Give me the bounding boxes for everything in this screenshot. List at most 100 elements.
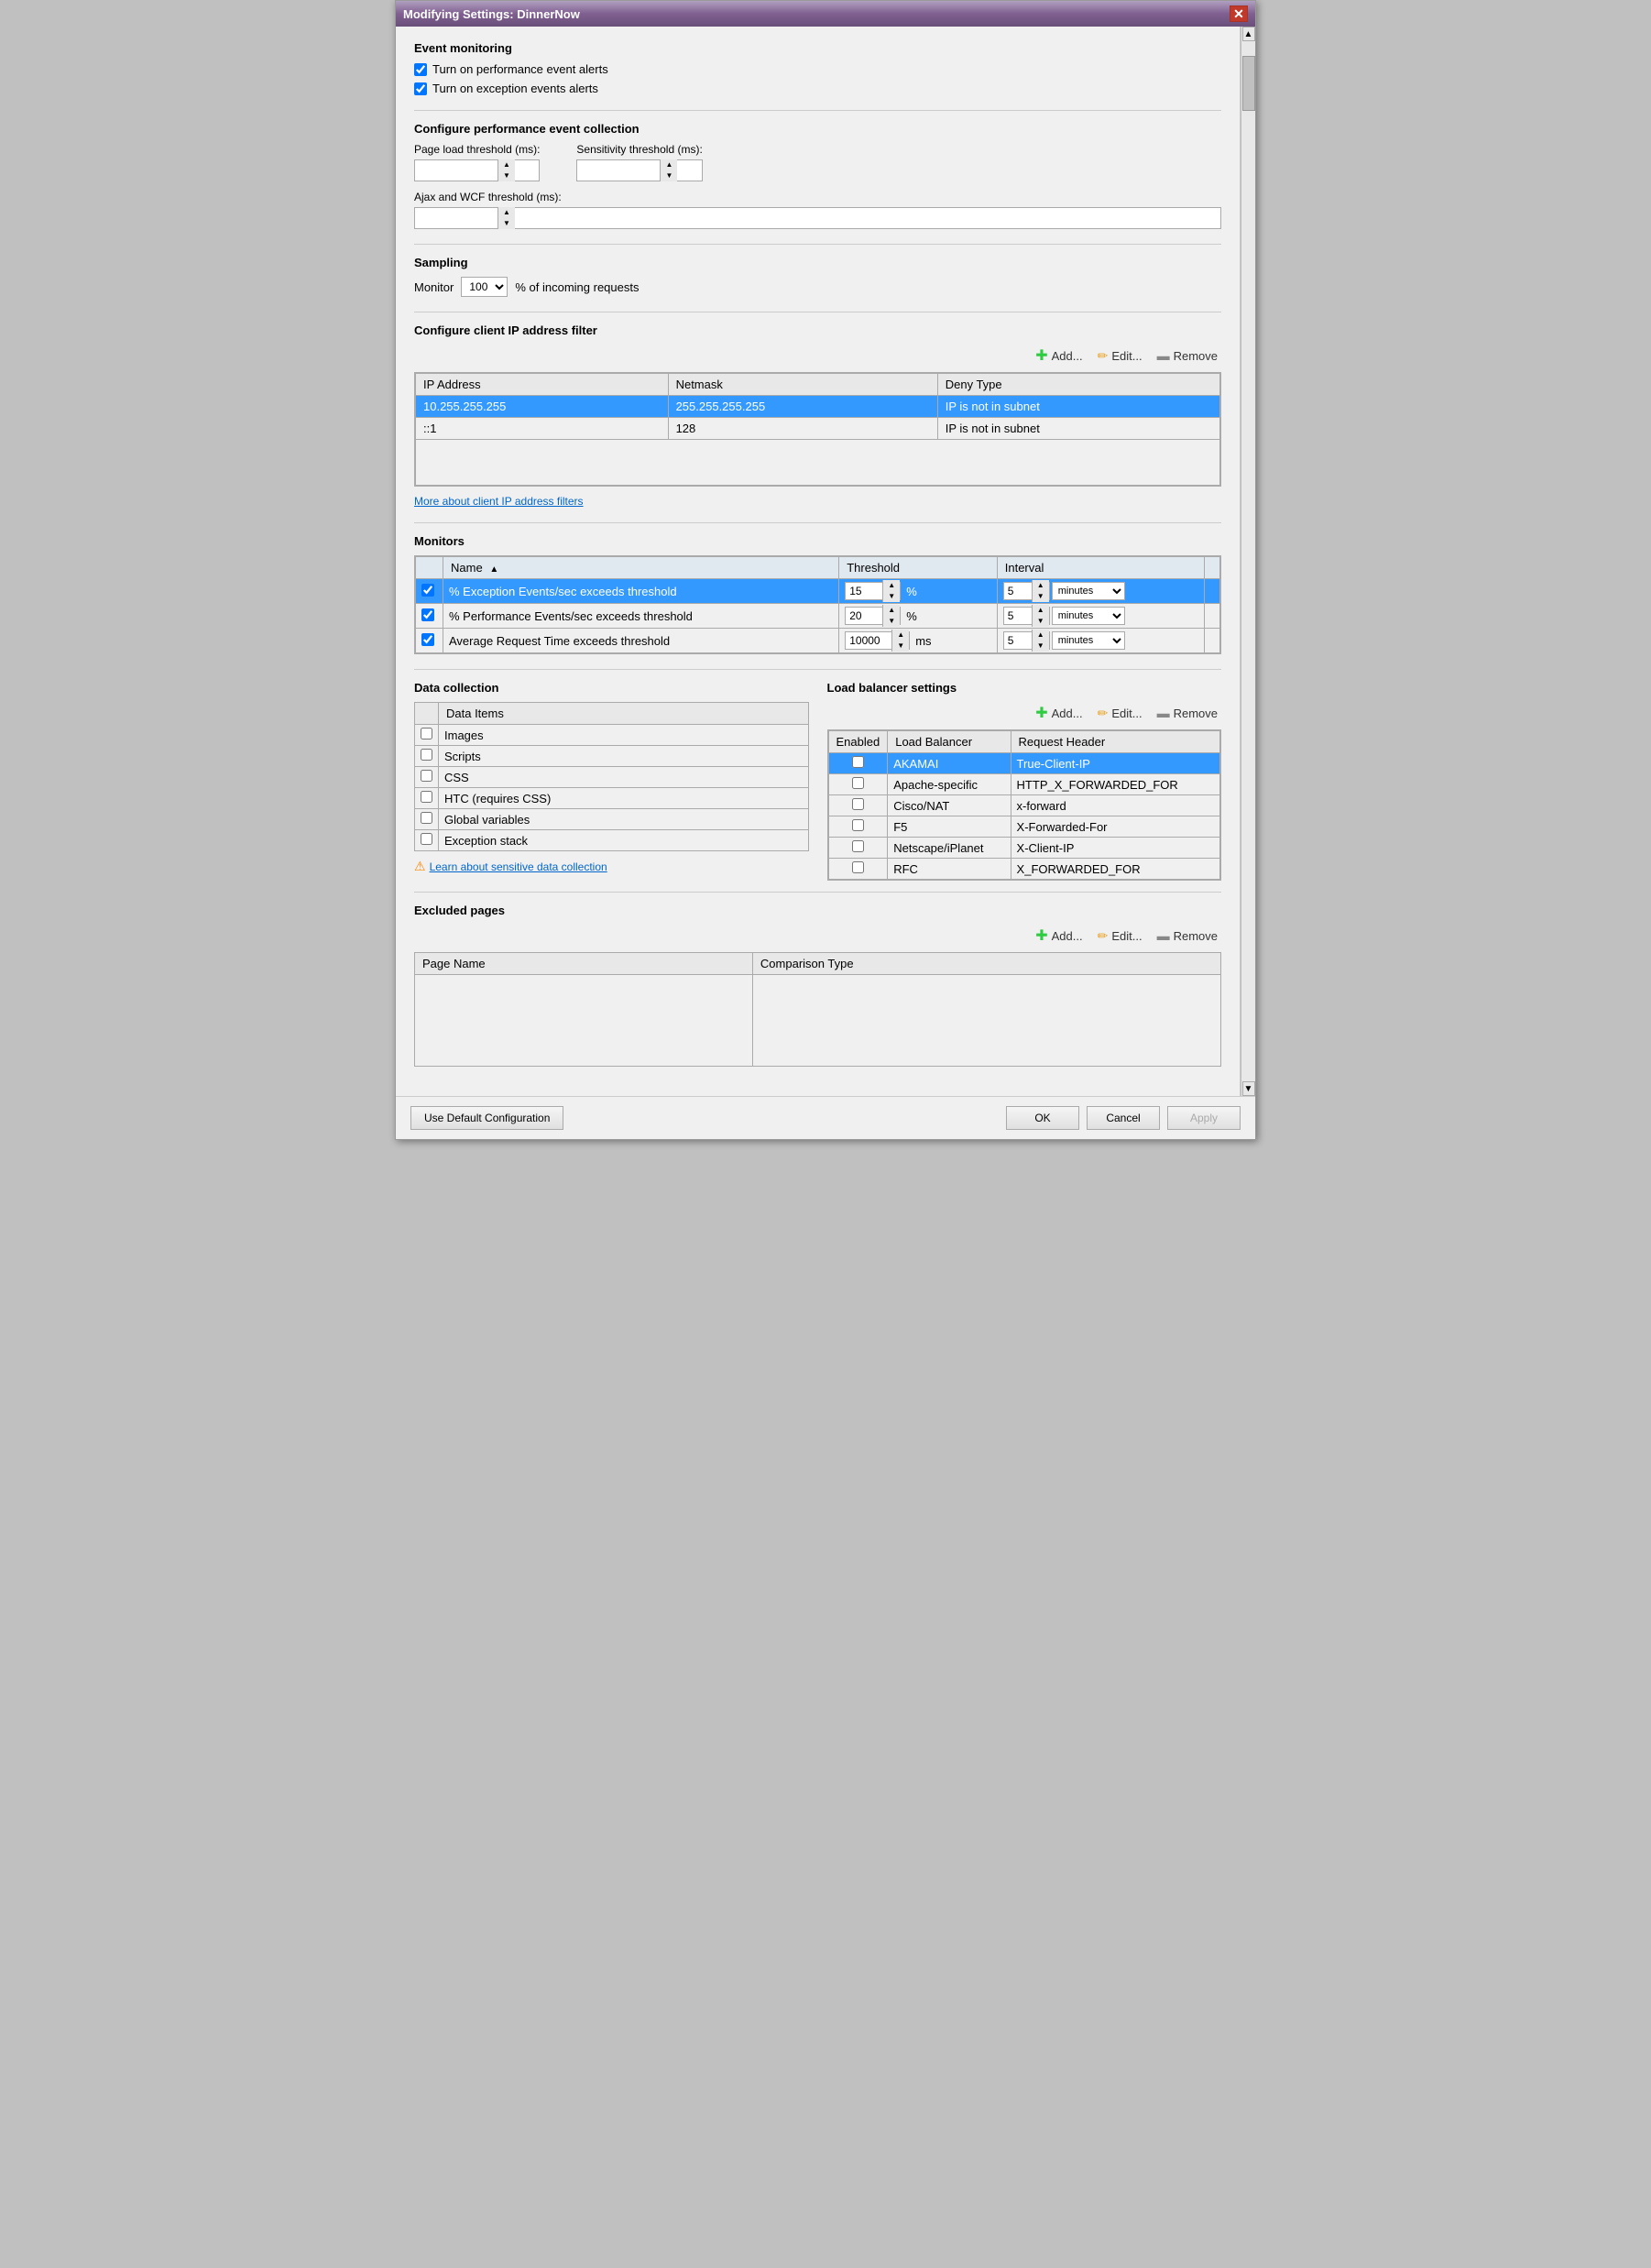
data-collection-link[interactable]: Learn about sensitive data collection xyxy=(430,860,607,873)
interval-input-1[interactable] xyxy=(1004,583,1032,599)
table-row[interactable]: Netscape/iPlanet X-Client-IP xyxy=(828,838,1220,859)
cancel-button[interactable]: Cancel xyxy=(1087,1106,1160,1130)
threshold-spinner-2: ▲ ▼ xyxy=(845,607,901,625)
scrollbar-down[interactable]: ▼ xyxy=(1242,1081,1255,1096)
threshold-input-2[interactable] xyxy=(846,608,882,624)
interval-down-2[interactable]: ▼ xyxy=(1033,616,1049,627)
item-checkbox[interactable] xyxy=(421,749,432,761)
sensitivity-down[interactable]: ▼ xyxy=(661,170,677,181)
interval-unit-2[interactable]: minutessecondshours xyxy=(1052,607,1125,625)
exception-alerts-checkbox[interactable] xyxy=(414,82,427,95)
table-row[interactable]: Average Request Time exceeds threshold ▲… xyxy=(416,629,1220,653)
list-item[interactable]: Images xyxy=(415,725,809,746)
page-load-down[interactable]: ▼ xyxy=(498,170,515,181)
interval-input-2[interactable] xyxy=(1004,608,1032,624)
excluded-add-button[interactable]: ✚ Add... xyxy=(1032,925,1086,947)
interval-up-1[interactable]: ▲ xyxy=(1033,580,1049,591)
item-checkbox[interactable] xyxy=(421,791,432,803)
item-checkbox[interactable] xyxy=(421,770,432,782)
ip-add-button[interactable]: ✚ Add... xyxy=(1032,345,1086,367)
interval-unit-3[interactable]: minutessecondshours xyxy=(1052,631,1125,650)
monitors-table-wrapper: Name ▲ Threshold Interval % xyxy=(414,555,1221,654)
table-row[interactable]: F5 X-Forwarded-For xyxy=(828,816,1220,838)
sensitivity-up[interactable]: ▲ xyxy=(661,159,677,170)
lb-edit-button[interactable]: ✏ Edit... xyxy=(1094,704,1146,723)
sensitivity-label: Sensitivity threshold (ms): xyxy=(576,143,702,156)
scrollbar-up[interactable]: ▲ xyxy=(1242,27,1255,41)
list-item[interactable]: HTC (requires CSS) xyxy=(415,788,809,809)
item-label: Exception stack xyxy=(439,830,809,851)
table-row[interactable]: AKAMAI True-Client-IP xyxy=(828,753,1220,774)
interval-up-3[interactable]: ▲ xyxy=(1033,630,1049,641)
threshold-down-2[interactable]: ▼ xyxy=(883,616,900,627)
lb-remove-button[interactable]: ▬ Remove xyxy=(1154,704,1221,722)
threshold-up-3[interactable]: ▲ xyxy=(892,630,909,641)
threshold-down-1[interactable]: ▼ xyxy=(883,591,900,602)
lb-add-button[interactable]: ✚ Add... xyxy=(1032,702,1086,724)
sampling-select[interactable]: 100 50 25 10 xyxy=(461,277,508,297)
table-row[interactable]: % Performance Events/sec exceeds thresho… xyxy=(416,604,1220,629)
monitor-checkbox[interactable] xyxy=(421,608,434,621)
excluded-remove-button[interactable]: ▬ Remove xyxy=(1154,926,1221,945)
interval-up-2[interactable]: ▲ xyxy=(1033,605,1049,616)
table-row[interactable]: Cisco/NAT x-forward xyxy=(828,795,1220,816)
list-item[interactable]: Exception stack xyxy=(415,830,809,851)
monitor-checkbox[interactable] xyxy=(421,584,434,597)
perf-alerts-checkbox[interactable] xyxy=(414,63,427,76)
ip-edit-button[interactable]: ✏ Edit... xyxy=(1094,346,1146,366)
data-collection-section: Data collection Data Items Images Script… xyxy=(414,681,809,881)
list-item[interactable]: CSS xyxy=(415,767,809,788)
bottom-right: OK Cancel Apply xyxy=(1006,1106,1241,1130)
list-item[interactable]: Global variables xyxy=(415,809,809,830)
table-row[interactable]: % Exception Events/sec exceeds threshold… xyxy=(416,579,1220,604)
ok-button[interactable]: OK xyxy=(1006,1106,1079,1130)
threshold-up-1[interactable]: ▲ xyxy=(883,580,900,591)
item-checkbox[interactable] xyxy=(421,728,432,740)
apply-button[interactable]: Apply xyxy=(1167,1106,1241,1130)
sensitivity-input[interactable]: 3000 xyxy=(577,160,660,181)
lb-checkbox[interactable] xyxy=(852,798,864,810)
interval-unit-1[interactable]: minutessecondshours xyxy=(1052,582,1125,600)
threshold-input-3[interactable] xyxy=(846,632,891,649)
ip-remove-button[interactable]: ▬ Remove xyxy=(1154,346,1221,365)
page-load-up[interactable]: ▲ xyxy=(498,159,515,170)
item-label: Global variables xyxy=(439,809,809,830)
scrollbar[interactable]: ▲ ▼ xyxy=(1241,27,1255,1096)
interval-down-3[interactable]: ▼ xyxy=(1033,641,1049,652)
lb-checkbox[interactable] xyxy=(852,777,864,789)
interval-down-1[interactable]: ▼ xyxy=(1033,591,1049,602)
threshold-spinner-1: ▲ ▼ xyxy=(845,582,901,600)
lb-checkbox[interactable] xyxy=(852,840,864,852)
monitor-checkbox[interactable] xyxy=(421,633,434,646)
ip-filter-link[interactable]: More about client IP address filters xyxy=(414,495,584,508)
lb-checkbox[interactable] xyxy=(852,756,864,768)
threshold-down-3[interactable]: ▼ xyxy=(892,641,909,652)
col-check-header xyxy=(416,557,443,579)
table-row[interactable]: Apache-specific HTTP_X_FORWARDED_FOR xyxy=(828,774,1220,795)
default-config-button[interactable]: Use Default Configuration xyxy=(410,1106,563,1130)
list-item[interactable]: Scripts xyxy=(415,746,809,767)
threshold-up-2[interactable]: ▲ xyxy=(883,605,900,616)
ajax-down[interactable]: ▼ xyxy=(498,218,515,229)
scrollbar-thumb[interactable] xyxy=(1242,56,1255,111)
item-checkbox[interactable] xyxy=(421,812,432,824)
threshold-input-1[interactable] xyxy=(846,583,882,599)
ajax-up[interactable]: ▲ xyxy=(498,207,515,218)
ajax-input[interactable]: 5000 xyxy=(415,208,497,228)
table-row[interactable]: RFC X_FORWARDED_FOR xyxy=(828,859,1220,880)
sampling-section: Sampling Monitor 100 50 25 10 % of incom… xyxy=(414,256,1221,297)
deny-cell: IP is not in subnet xyxy=(937,396,1219,418)
close-button[interactable]: ✕ xyxy=(1230,5,1248,22)
item-checkbox[interactable] xyxy=(421,833,432,845)
col-lb-header: Load Balancer xyxy=(888,731,1011,753)
lb-checkbox[interactable] xyxy=(852,861,864,873)
table-row[interactable]: 10.255.255.255 255.255.255.255 IP is not… xyxy=(416,396,1220,418)
scroll-area[interactable]: Event monitoring Turn on performance eve… xyxy=(396,27,1241,1096)
excluded-edit-button[interactable]: ✏ Edit... xyxy=(1094,926,1146,946)
lb-header: X-Forwarded-For xyxy=(1011,816,1219,838)
lb-checkbox[interactable] xyxy=(852,819,864,831)
page-load-input[interactable]: 15000 xyxy=(415,160,497,181)
col-threshold-header: Threshold xyxy=(839,557,998,579)
interval-input-3[interactable] xyxy=(1004,632,1032,649)
table-row[interactable]: ::1 128 IP is not in subnet xyxy=(416,418,1220,440)
